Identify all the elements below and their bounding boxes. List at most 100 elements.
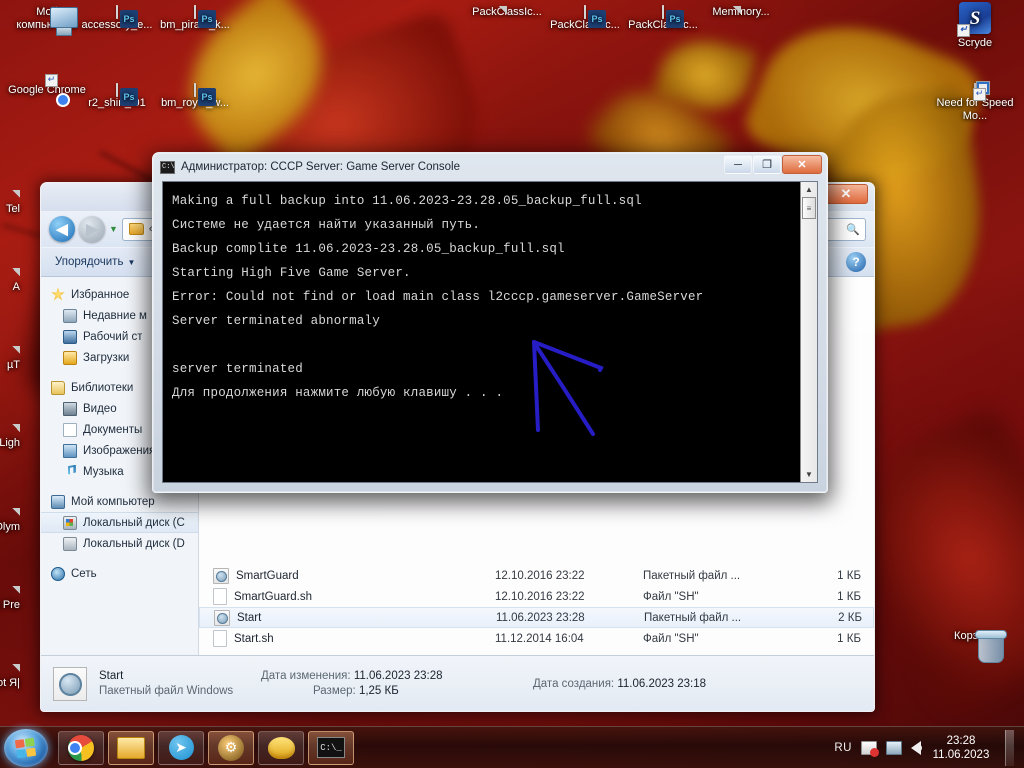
desktop-icon-label: accessory_e... [81, 19, 153, 31]
desktop-icon-file[interactable]: PackClassIc... [468, 6, 546, 19]
file-name: SmartGuard [236, 569, 299, 582]
console-taskbar-button[interactable]: C:\_ [308, 730, 354, 765]
details-file-name: Start [99, 670, 124, 682]
scrollbar-thumb[interactable]: ≡ [802, 197, 816, 219]
nfs-icon [974, 83, 976, 97]
sidebar-group-2[interactable]: Мой компьютер [41, 491, 198, 512]
table-row[interactable]: Start.sh 11.12.2014 16:04 Файл "SH" 1 КБ [199, 628, 874, 649]
ps-file-icon [662, 5, 664, 19]
game-server-console-window[interactable]: C:\ Администратор: CCCP Server: Game Ser… [152, 152, 828, 493]
sidebar-item-label: Музыка [83, 465, 124, 478]
desktop-icon-recycle-bin[interactable]: Корзина [936, 630, 1014, 643]
table-row[interactable]: SmartGuard 12.10.2016 23:22 Пакетный файл … [199, 565, 874, 586]
scryde-icon: S [957, 2, 991, 37]
desktop-icon-ps-file[interactable]: PackClassIc... [624, 5, 702, 32]
details-modified-label: Дата изменения: [261, 670, 351, 682]
batch-file-icon [213, 567, 229, 584]
table-row[interactable]: Start 11.06.2023 23:28 Пакетный файл ... 2 … [199, 607, 874, 628]
desktop-icon-clipped[interactable]: µT [0, 346, 20, 372]
settings-taskbar-button[interactable]: ⚙ [208, 730, 254, 765]
console-icon: C:\_ [317, 737, 345, 758]
desktop-icon-ps-file[interactable]: r2_shirt_i01 [78, 83, 156, 110]
explorer-details-pane: Start Пакетный файл Windows Дата изменен… [41, 655, 874, 711]
desktop-icon-file[interactable]: Memmory... [702, 6, 780, 19]
desktop-icon-label: Memmory... [712, 6, 770, 18]
volume-icon[interactable] [911, 740, 922, 755]
system-tray[interactable]: RU 23:28 11.06.2023 [834, 729, 1020, 766]
desktop-icon-label: PackClassIc... [472, 6, 542, 18]
winrar-icon [267, 736, 295, 759]
console-screen[interactable]: Making a full backup into 11.06.2023-23.… [162, 181, 818, 483]
file-type: Пакетный файл ... [644, 611, 742, 624]
winrar-taskbar-button[interactable] [258, 730, 304, 765]
desktop-icon-ps-file[interactable]: bm_royal_w... [156, 83, 234, 110]
console-scrollbar[interactable]: ▲ ≡ ▼ [800, 182, 817, 482]
desktop-icon [63, 329, 77, 344]
language-indicator[interactable]: RU [834, 742, 852, 754]
organize-menu-button[interactable]: Упорядочить ▼ [49, 253, 141, 271]
desktop-icon-clipped[interactable]: A [0, 268, 20, 294]
desktop-icon-clipped[interactable]: Ligh [0, 424, 20, 450]
console-maximize-button[interactable]: ❐ [753, 155, 781, 174]
documents-icon [63, 422, 77, 437]
table-row[interactable]: SmartGuard.sh 12.10.2016 23:22 Файл "SH" 1 … [199, 586, 874, 607]
desktop-icon-clipped[interactable]: Na Pre [0, 586, 20, 612]
clock[interactable]: 23:28 11.06.2023 [930, 734, 992, 762]
network-icon [51, 566, 65, 581]
sidebar-group-label: Мой компьютер [71, 495, 155, 508]
ps-file-icon [116, 5, 118, 19]
scroll-up-icon[interactable]: ▲ [802, 182, 817, 197]
sidebar-group-3[interactable]: Сеть [41, 563, 198, 584]
ps-file-icon [116, 83, 118, 97]
chrome-taskbar-button[interactable] [58, 730, 104, 765]
explorer-close-button[interactable]: ✕ [824, 184, 868, 204]
computer-icon [51, 494, 65, 509]
desktop-icon-label: Tel [5, 203, 20, 215]
search-icon: 🔍 [846, 223, 860, 236]
desktop-icon-label: PackClassIc... [550, 19, 620, 31]
file-size: 1 КБ [837, 569, 861, 582]
desktop-icon-chrome[interactable]: Google Chrome [8, 84, 86, 97]
desktop-icon-ps-file[interactable]: bm_pirate_k... [156, 5, 234, 32]
recent-pages-dropdown-icon[interactable]: ▼ [109, 224, 118, 234]
network-icon[interactable] [886, 740, 902, 755]
console-title-bar[interactable]: C:\ Администратор: CCCP Server: Game Ser… [156, 155, 824, 178]
clock-time: 23:28 [946, 734, 976, 747]
ps-file-icon [194, 83, 196, 97]
desktop-icon-label: r2_shirt_i01 [88, 97, 146, 109]
desktop-icon-clipped[interactable]: Olym [0, 508, 20, 534]
explorer-taskbar-button[interactable] [108, 730, 154, 765]
taskbar[interactable]: ➤ ⚙ C:\_ RU 23:28 11.06.2023 [0, 726, 1024, 768]
scroll-down-icon[interactable]: ▼ [802, 467, 817, 482]
file-type: Файл "SH" [643, 590, 699, 603]
gear-icon: ⚙ [218, 734, 244, 761]
desktop-icon-clipped[interactable]: Phot Я| [0, 664, 20, 690]
details-modified-value: 11.06.2023 23:28 [353, 670, 443, 682]
sh-file-icon [213, 588, 227, 605]
sidebar-item-1[interactable]: Локальный диск (D [41, 533, 198, 554]
help-button[interactable]: ? [846, 252, 866, 272]
console-close-button[interactable]: ✕ [782, 155, 822, 174]
desktop-icon-scryde[interactable]: SScryde [936, 2, 1014, 50]
desktop-icon-label: A [12, 281, 20, 293]
desktop-icon-my-computer[interactable]: Мой компьютерь [8, 6, 86, 32]
desktop-icon-clipped[interactable]: Tel [0, 190, 20, 216]
desktop-icon-label: Na Pre [0, 599, 20, 611]
console-minimize-button[interactable]: ─ [724, 155, 752, 174]
desktop-icon-nfs[interactable]: Need for Speed Mo... [936, 83, 1014, 123]
sidebar-item-label: Рабочий ст [83, 330, 143, 343]
show-desktop-button[interactable] [1005, 729, 1014, 766]
start-button[interactable] [4, 728, 48, 767]
library-icon [51, 380, 65, 395]
back-button[interactable]: ◀ [49, 216, 75, 242]
file-name: Start [237, 611, 262, 624]
forward-button[interactable]: ▶ [79, 216, 105, 242]
sidebar-item-label: Загрузки [83, 351, 130, 364]
sidebar-item-0[interactable]: Локальный диск (C [41, 512, 198, 533]
telegram-taskbar-button[interactable]: ➤ [158, 730, 204, 765]
desktop-icon-ps-file[interactable]: accessory_e... [78, 5, 156, 32]
desktop-icon-ps-file[interactable]: PackClassIc... [546, 5, 624, 32]
sidebar-item-label: Локальный диск (C [83, 516, 185, 529]
telegram-icon: ➤ [168, 735, 194, 760]
flag-icon[interactable] [861, 740, 879, 757]
